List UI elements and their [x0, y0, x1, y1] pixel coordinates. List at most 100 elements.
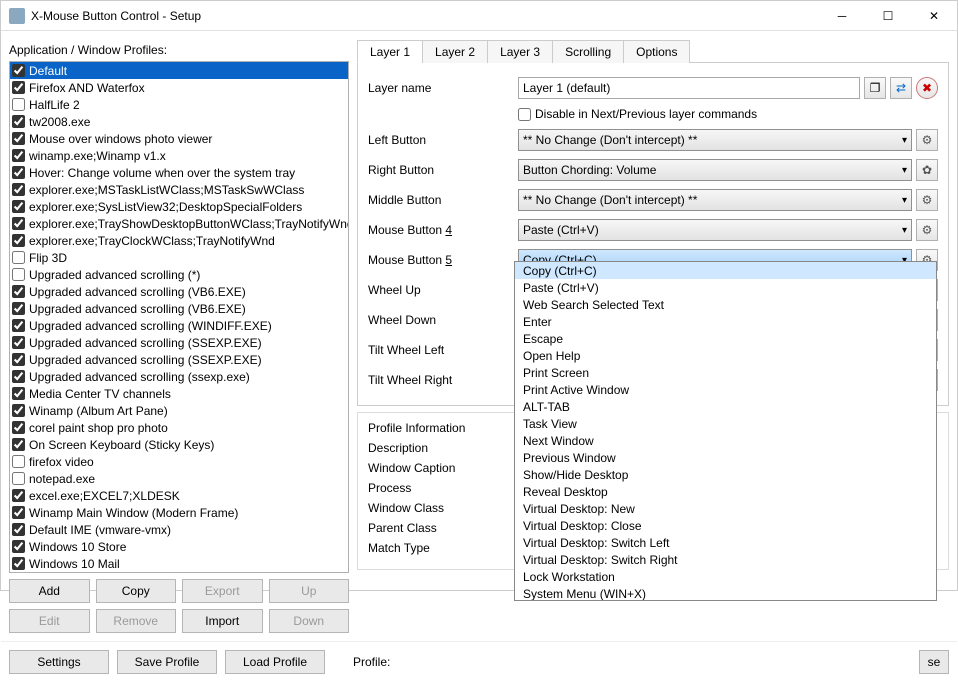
profile-checkbox[interactable] — [12, 540, 25, 553]
dropdown-option[interactable]: Web Search Selected Text — [515, 296, 936, 313]
tab-layer-2[interactable]: Layer 2 — [422, 40, 488, 63]
dropdown-option[interactable]: Print Active Window — [515, 381, 936, 398]
dropdown-option[interactable]: Virtual Desktop: Switch Left — [515, 534, 936, 551]
export-button[interactable]: Export — [182, 579, 263, 603]
gear-icon[interactable]: ⚙ — [916, 129, 938, 151]
profile-checkbox[interactable] — [12, 557, 25, 570]
dropdown-option[interactable]: ALT-TAB — [515, 398, 936, 415]
profile-checkbox[interactable] — [12, 523, 25, 536]
profile-checkbox[interactable] — [12, 149, 25, 162]
dropdown-option[interactable]: Virtual Desktop: Switch Right — [515, 551, 936, 568]
profile-checkbox[interactable] — [12, 421, 25, 434]
profile-checkbox[interactable] — [12, 98, 25, 111]
dropdown-option[interactable]: Print Screen — [515, 364, 936, 381]
profile-checkbox[interactable] — [12, 506, 25, 519]
button-action-combo[interactable]: ** No Change (Don't intercept) **▾ — [518, 189, 912, 211]
profile-item[interactable]: Upgraded advanced scrolling (*) — [10, 266, 348, 283]
dropdown-option[interactable]: Open Help — [515, 347, 936, 364]
gear-icon[interactable]: ✿ — [916, 159, 938, 181]
dropdown-option[interactable]: Escape — [515, 330, 936, 347]
load-profile-button[interactable]: Load Profile — [225, 650, 325, 674]
profile-item[interactable]: Upgraded advanced scrolling (WINDIFF.EXE… — [10, 317, 348, 334]
copy-button[interactable]: Copy — [96, 579, 177, 603]
button-action-combo[interactable]: Paste (Ctrl+V)▾ — [518, 219, 912, 241]
profile-item[interactable]: Windows 10 Mail — [10, 555, 348, 572]
profile-checkbox[interactable] — [12, 81, 25, 94]
profile-item[interactable]: firefox video — [10, 453, 348, 470]
profile-checkbox[interactable] — [12, 438, 25, 451]
dropdown-option[interactable]: Lock Workstation — [515, 568, 936, 585]
profile-checkbox[interactable] — [12, 455, 25, 468]
profile-item[interactable]: winamp.exe;Winamp v1.x — [10, 147, 348, 164]
dropdown-option[interactable]: Enter — [515, 313, 936, 330]
dropdown-option[interactable]: Task View — [515, 415, 936, 432]
button-action-combo[interactable]: Button Chording: Volume▾ — [518, 159, 912, 181]
tab-layer-1[interactable]: Layer 1 — [357, 40, 423, 63]
profile-item[interactable]: excel.exe;EXCEL7;XLDESK — [10, 487, 348, 504]
profile-checkbox[interactable] — [12, 217, 25, 230]
dropdown-option[interactable]: Virtual Desktop: New — [515, 500, 936, 517]
profile-item[interactable]: tw2008.exe — [10, 113, 348, 130]
import-button[interactable]: Import — [182, 609, 263, 633]
dropdown-option[interactable]: Copy (Ctrl+C) — [515, 262, 936, 279]
close-dialog-button[interactable]: se — [919, 650, 949, 674]
profile-checkbox[interactable] — [12, 166, 25, 179]
profile-item[interactable]: explorer.exe;TrayShowDesktopButtonWClass… — [10, 215, 348, 232]
button-action-combo[interactable]: ** No Change (Don't intercept) **▾ — [518, 129, 912, 151]
disable-checkbox[interactable] — [518, 108, 531, 121]
profile-item[interactable]: Upgraded advanced scrolling (SSEXP.EXE) — [10, 351, 348, 368]
profile-checkbox[interactable] — [12, 319, 25, 332]
dropdown-option[interactable]: System Menu (WIN+X) — [515, 585, 936, 601]
profile-item[interactable]: Upgraded advanced scrolling (VB6.EXE) — [10, 283, 348, 300]
dropdown-option[interactable]: Virtual Desktop: Close — [515, 517, 936, 534]
profile-checkbox[interactable] — [12, 472, 25, 485]
profile-item[interactable]: notepad.exe — [10, 470, 348, 487]
profile-item[interactable]: Default — [10, 62, 348, 79]
dropdown-option[interactable]: Next Window — [515, 432, 936, 449]
profile-item[interactable]: Windows 10 Store — [10, 538, 348, 555]
copy-layer-button[interactable]: ❐ — [864, 77, 886, 99]
profile-checkbox[interactable] — [12, 234, 25, 247]
profile-checkbox[interactable] — [12, 251, 25, 264]
profile-item[interactable]: explorer.exe;MSTaskListWClass;MSTaskSwWC… — [10, 181, 348, 198]
profile-item[interactable]: Upgraded advanced scrolling (ssexp.exe) — [10, 368, 348, 385]
swap-layer-button[interactable]: ⇄ — [890, 77, 912, 99]
profile-checkbox[interactable] — [12, 64, 25, 77]
profile-item[interactable]: Upgraded advanced scrolling (SSEXP.EXE) — [10, 334, 348, 351]
close-button[interactable]: ✕ — [911, 1, 957, 31]
profile-item[interactable]: Winamp Main Window (Modern Frame) — [10, 504, 348, 521]
profile-item[interactable]: Hover: Change volume when over the syste… — [10, 164, 348, 181]
profile-checkbox[interactable] — [12, 370, 25, 383]
profile-item[interactable]: Flip 3D — [10, 249, 348, 266]
profile-item[interactable]: explorer.exe;TrayClockWClass;TrayNotifyW… — [10, 232, 348, 249]
remove-button[interactable]: Remove — [96, 609, 177, 633]
profile-item[interactable]: Mouse over windows photo viewer — [10, 130, 348, 147]
add-button[interactable]: Add — [9, 579, 90, 603]
down-button[interactable]: Down — [269, 609, 350, 633]
profile-item[interactable]: HalfLife 2 — [10, 96, 348, 113]
profile-checkbox[interactable] — [12, 353, 25, 366]
profile-checkbox[interactable] — [12, 387, 25, 400]
profile-checkbox[interactable] — [12, 132, 25, 145]
profile-item[interactable]: explorer.exe;SysListView32;DesktopSpecia… — [10, 198, 348, 215]
layer-name-input[interactable] — [518, 77, 860, 99]
settings-button[interactable]: Settings — [9, 650, 109, 674]
profile-checkbox[interactable] — [12, 183, 25, 196]
profile-checkbox[interactable] — [12, 115, 25, 128]
profile-checkbox[interactable] — [12, 489, 25, 502]
up-button[interactable]: Up — [269, 579, 350, 603]
edit-button[interactable]: Edit — [9, 609, 90, 633]
dropdown-option[interactable]: Previous Window — [515, 449, 936, 466]
profile-item[interactable]: Winamp (Album Art Pane) — [10, 402, 348, 419]
profile-checkbox[interactable] — [12, 268, 25, 281]
profile-item[interactable]: corel paint shop pro photo — [10, 419, 348, 436]
delete-layer-button[interactable]: ✖ — [916, 77, 938, 99]
profile-item[interactable]: Default IME (vmware-vmx) — [10, 521, 348, 538]
tab-layer-3[interactable]: Layer 3 — [487, 40, 553, 63]
minimize-button[interactable]: ─ — [819, 1, 865, 31]
mouse-button5-dropdown-list[interactable]: Copy (Ctrl+C)Paste (Ctrl+V)Web Search Se… — [514, 261, 937, 601]
profiles-list[interactable]: DefaultFirefox AND WaterfoxHalfLife 2tw2… — [9, 61, 349, 573]
tab-options[interactable]: Options — [623, 40, 690, 63]
profile-item[interactable]: On Screen Keyboard (Sticky Keys) — [10, 436, 348, 453]
profile-item[interactable]: Media Center TV channels — [10, 385, 348, 402]
